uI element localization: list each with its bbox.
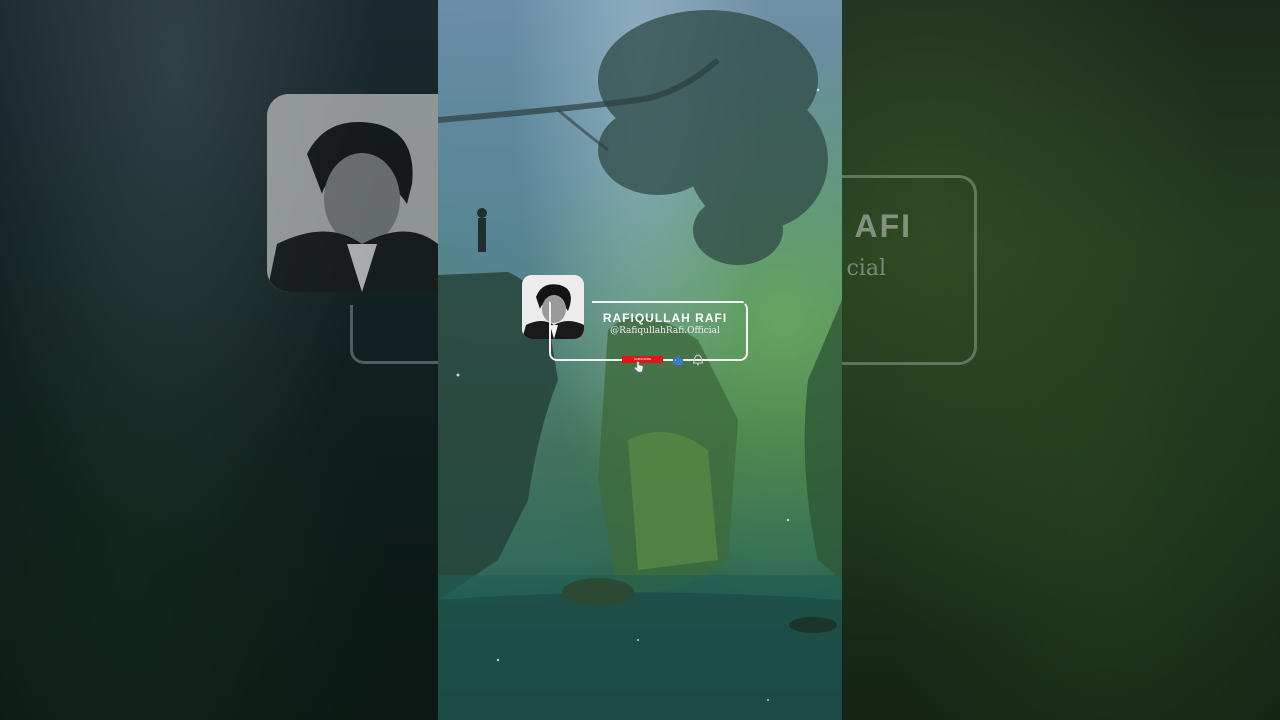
blurred-card-frame-left — [350, 305, 441, 364]
thumbs-up-icon[interactable] — [672, 353, 684, 371]
channel-name: RAFIQULLAH RAFI — [602, 311, 728, 325]
blurred-avatar-left — [267, 94, 438, 292]
channel-card-top-border — [592, 301, 744, 303]
blurred-channel-name: AFI — [854, 208, 912, 244]
hand-pointer-icon — [634, 360, 644, 378]
blurred-channel-handle: cial — [846, 256, 886, 281]
bell-icon[interactable] — [692, 353, 704, 371]
channel-handle: @RafiqullahRafi.Official — [610, 326, 720, 336]
